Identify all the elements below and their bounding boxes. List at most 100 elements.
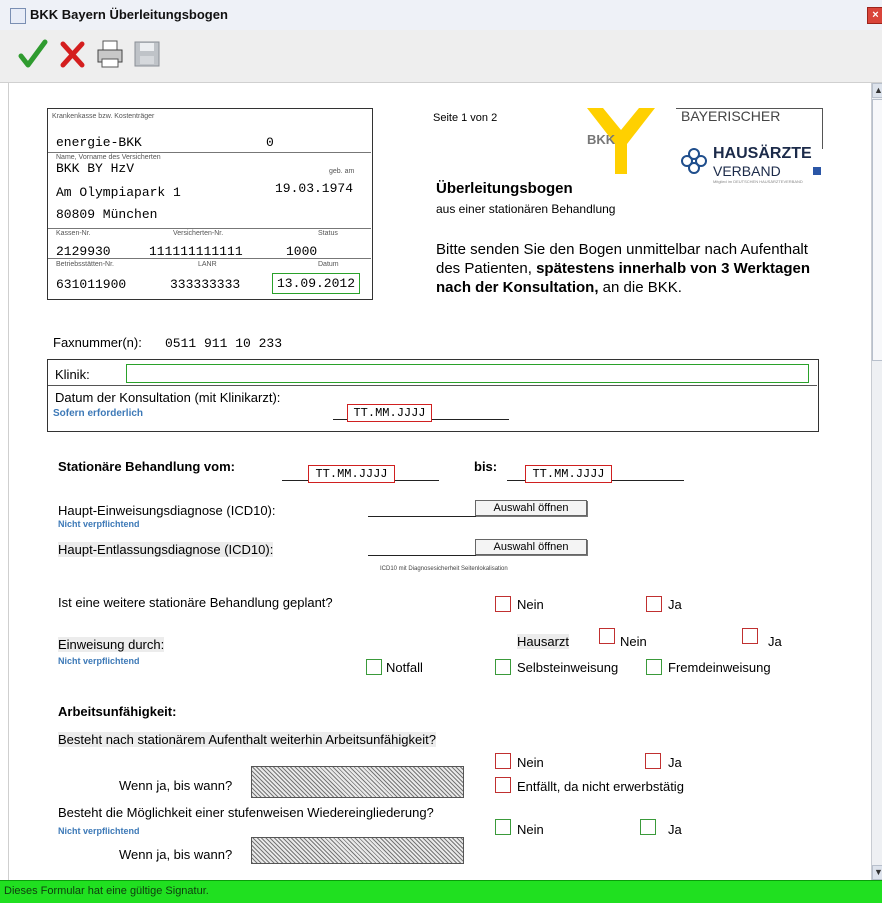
vertical-scrollbar[interactable]: ▲ ▼ <box>871 83 882 880</box>
divider <box>48 385 817 386</box>
hausarzt-nein-label: Nein <box>620 634 647 649</box>
konsultation-date-field[interactable]: TT.MM.JJJJ <box>347 404 432 422</box>
haupt-einweisung-hint: Nicht verpflichtend <box>58 519 140 529</box>
klinik-label: Klinik: <box>55 367 90 382</box>
status-value: 1000 <box>286 244 318 259</box>
auswahl-button-2[interactable]: Auswahl öffnen <box>475 539 587 555</box>
au-heading: Arbeitsunfähigkeit: <box>58 704 177 719</box>
patient-name: BKK BY HzV <box>56 161 135 176</box>
konsultation-hint: Sofern erforderlich <box>53 408 144 419</box>
au-ja-checkbox[interactable] <box>645 753 661 769</box>
verband-tagline: Mitglied im DEUTSCHEN HAUSÄRZTEVERBAND <box>713 179 803 184</box>
lanr-value: 333333333 <box>170 277 241 292</box>
insurer-code: 0 <box>266 135 274 150</box>
hausarzt-nein-checkbox[interactable] <box>599 628 615 644</box>
verband-line2: HAUSÄRZTE <box>713 145 812 162</box>
stufen-wenn-ja-label: Wenn ja, bis wann? <box>119 847 233 862</box>
scroll-thumb[interactable] <box>872 99 882 361</box>
weitere-ja-label: Ja <box>668 597 682 612</box>
printer-icon[interactable] <box>95 37 125 71</box>
stufen-ja-checkbox[interactable] <box>640 819 656 835</box>
betriebs-nr: 631011900 <box>56 277 127 292</box>
scroll-down-icon[interactable]: ▼ <box>872 865 882 880</box>
fremdeinweisung-checkbox[interactable] <box>646 659 662 675</box>
bkk-logo: BKK <box>583 108 655 174</box>
klinik-input[interactable] <box>126 364 809 383</box>
icd-note: ICD10 mit Diagnosesicherheit Seitenlokal… <box>380 566 508 572</box>
underline <box>368 555 586 556</box>
divider <box>48 228 371 229</box>
stufen-nein-checkbox[interactable] <box>495 819 511 835</box>
status-label: Status <box>318 230 338 237</box>
selbsteinweisung-checkbox[interactable] <box>495 659 511 675</box>
hausarzt-label: Hausarzt <box>517 634 570 649</box>
au-wenn-ja-label: Wenn ja, bis wann? <box>119 778 233 793</box>
close-icon[interactable]: × <box>867 7 882 24</box>
underline <box>368 516 586 517</box>
entfaellt-checkbox[interactable] <box>495 777 511 793</box>
auswahl-button-1[interactable]: Auswahl öffnen <box>475 500 587 516</box>
einweisung-label: Einweisung durch: <box>58 637 165 652</box>
einweisung-hint: Nicht verpflichtend <box>58 656 140 666</box>
date-field[interactable]: 13.09.2012 <box>272 273 360 294</box>
stationaer-label: Stationäre Behandlung vom: <box>58 459 235 474</box>
stationaer-from-field[interactable]: TT.MM.JJJJ <box>308 465 395 483</box>
patient-dob: 19.03.1974 <box>275 181 354 196</box>
au-nein-checkbox[interactable] <box>495 753 511 769</box>
weitere-nein-label: Nein <box>517 597 544 612</box>
weitere-question: Ist eine weitere stationäre Behandlung g… <box>58 595 333 610</box>
divider <box>48 258 371 259</box>
stationaer-to-field[interactable]: TT.MM.JJJJ <box>525 465 612 483</box>
instruction-part2: an die BKK. <box>598 279 682 296</box>
patient-street: Am Olympiapark 1 <box>56 185 181 200</box>
window-title: BKK Bayern Überleitungsbogen <box>30 7 228 22</box>
cross-icon[interactable] <box>58 37 88 71</box>
au-question: Besteht nach stationärem Aufenthalt weit… <box>58 732 436 747</box>
weitere-nein-checkbox[interactable] <box>495 596 511 612</box>
save-icon[interactable] <box>132 37 162 71</box>
insurer-label: Krankenkasse bzw. Kostenträger <box>52 113 155 120</box>
patient-city: 80809 München <box>56 207 158 222</box>
fax-label: Faxnummer(n): <box>53 335 142 350</box>
fax-value: 0511 911 10 233 <box>165 336 283 351</box>
konsultation-label: Datum der Konsultation (mit Klinikarzt): <box>55 390 281 405</box>
insurer-value: energie-BKK <box>56 135 142 150</box>
hausarzt-ja-checkbox[interactable] <box>742 628 758 644</box>
kassen-label: Kassen-Nr. <box>56 230 91 237</box>
au-date-field-disabled <box>251 766 464 798</box>
check-icon[interactable] <box>18 37 48 71</box>
stufen-hint: Nicht verpflichtend <box>58 826 140 836</box>
datum-label: Datum <box>318 261 339 268</box>
form-subheading: aus einer stationären Behandlung <box>436 202 616 216</box>
bkk-logo-text: BKK <box>587 132 616 147</box>
form-heading: Überleitungsbogen <box>436 180 573 197</box>
stufen-ja-label: Ja <box>668 822 682 837</box>
bis-label: bis: <box>474 459 498 474</box>
kassen-nr: 2129930 <box>56 244 111 259</box>
fremdeinweisung-label: Fremdeinweisung <box>668 660 771 675</box>
notfall-checkbox[interactable] <box>366 659 382 675</box>
verband-line1: BAYERISCHER <box>681 108 781 124</box>
haupt-entlassung-label: Haupt-Entlassungsdiagnose (ICD10): <box>58 542 274 557</box>
instruction-text: Bitte senden Sie den Bogen unmittelbar n… <box>436 240 824 297</box>
hausarzt-ja-label: Ja <box>768 634 782 649</box>
name-label: Name, Vorname des Versicherten <box>56 154 161 161</box>
weitere-ja-checkbox[interactable] <box>646 596 662 612</box>
status-text: Dieses Formular hat eine gültige Signatu… <box>4 885 209 897</box>
flower-icon <box>679 146 709 176</box>
app-icon <box>10 8 26 24</box>
page-info: Seite 1 von 2 <box>433 112 498 124</box>
stufen-question: Besteht die Möglichkeit einer stufenweis… <box>58 805 434 820</box>
stufen-nein-label: Nein <box>517 822 544 837</box>
selbsteinweisung-label: Selbsteinweisung <box>517 660 619 675</box>
logo-square <box>813 167 821 175</box>
versicherten-nr: 111111111111 <box>149 244 243 259</box>
haupt-einweisung-label: Haupt-Einweisungsdiagnose (ICD10): <box>58 503 276 518</box>
scroll-up-icon[interactable]: ▲ <box>872 83 882 98</box>
verband-logo: BAYERISCHER HAUSÄRZTE VERBAND Mitglied i… <box>676 108 824 184</box>
status-bar: Dieses Formular hat eine gültige Signatu… <box>0 880 882 903</box>
title-bar: BKK Bayern Überleitungsbogen × <box>0 0 882 31</box>
notfall-label: Notfall <box>386 660 423 675</box>
au-nein-label: Nein <box>517 755 544 770</box>
divider <box>48 152 371 153</box>
